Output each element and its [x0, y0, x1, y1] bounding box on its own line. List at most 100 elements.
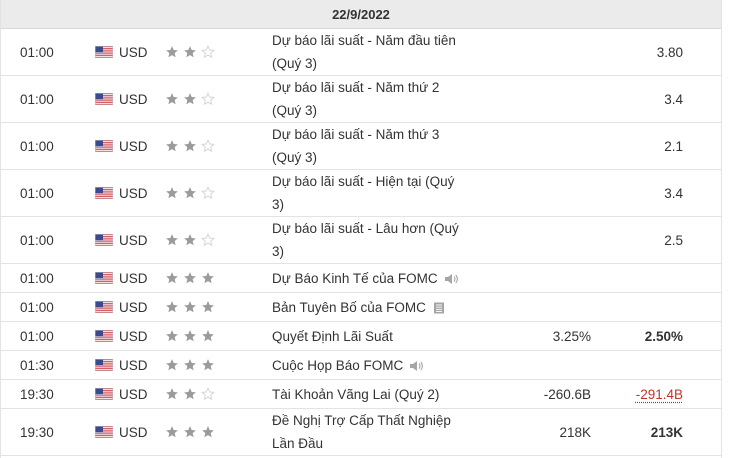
event-name-line2[interactable]: (Quý 3)	[272, 56, 317, 71]
table-row[interactable]: 01:00 USD Dự báo lãi suất - Năm đầu tiên (Q…	[1, 29, 721, 76]
importance-stars	[165, 76, 225, 122]
event-name-line1[interactable]: Quyết Định Lãi Suất	[272, 329, 393, 344]
event-name-line2[interactable]: (Quý 3)	[272, 150, 317, 165]
importance-stars	[165, 264, 225, 292]
table-row[interactable]: 01:00 USD Dự Báo Kinh Tế của FOMC	[1, 264, 721, 293]
forecast-value	[591, 351, 683, 379]
currency-flag	[95, 170, 113, 216]
event-name-line1[interactable]: Dự Báo Kinh Tế của FOMC	[272, 271, 438, 286]
actual-value: 3.25%	[552, 328, 591, 344]
event-name-line1[interactable]: Dự báo lãi suất - Năm thứ 3	[272, 127, 439, 142]
currency-flag	[95, 123, 113, 169]
event-name[interactable]: Dự báo lãi suất - Năm thứ 3 (Quý 3)	[272, 123, 472, 169]
event-name-line1[interactable]: Dự báo lãi suất - Lâu hơn (Quý	[272, 221, 459, 236]
star-filled-icon	[184, 93, 196, 105]
event-name-line1[interactable]: Dự báo lãi suất - Năm thứ 2	[272, 80, 439, 95]
event-time: 01:30	[20, 357, 54, 373]
forecast-value	[591, 264, 683, 292]
event-time: 01:00	[20, 91, 54, 107]
event-time: 01:00	[20, 328, 54, 344]
event-name-line1[interactable]: Tài Khoản Vãng Lai (Quý 2)	[272, 387, 439, 402]
us-flag-icon	[95, 234, 113, 246]
star-empty-icon	[201, 139, 215, 153]
us-flag-icon	[95, 330, 113, 342]
star-filled-icon	[166, 426, 178, 438]
importance-stars	[165, 217, 225, 263]
table-row[interactable]: 19:30 USD Tài Khoản Vãng Lai (Quý 2) -260.6…	[1, 380, 721, 409]
star-filled-icon	[184, 272, 196, 284]
actual-value: 218K	[559, 424, 591, 440]
table-row[interactable]: 01:00 USD Dự báo lãi suất - Năm thứ 3 (Quý …	[1, 123, 721, 170]
actual-value	[471, 170, 591, 216]
event-time: 01:00	[20, 44, 54, 60]
star-filled-icon	[184, 388, 196, 400]
table-row[interactable]: 01:00 USD Dự báo lãi suất - Lâu hơn (Quý 3)…	[1, 217, 721, 264]
us-flag-icon	[95, 272, 113, 284]
event-name[interactable]: Quyết Định Lãi Suất	[272, 322, 472, 350]
star-filled-icon	[166, 359, 178, 371]
actual-value	[471, 217, 591, 263]
event-name[interactable]: Tài Khoản Vãng Lai (Quý 2)	[272, 380, 472, 408]
forecast-value: 3.80	[656, 44, 683, 60]
event-name-line2[interactable]: Lần Đầu	[272, 436, 323, 451]
event-name[interactable]: Dự báo lãi suất - Năm thứ 2 (Quý 3)	[272, 76, 472, 122]
actual-value	[471, 123, 591, 169]
us-flag-icon	[95, 187, 113, 199]
event-name-line2[interactable]: (Quý 3)	[272, 103, 317, 118]
importance-stars	[165, 380, 225, 408]
currency-code: USD	[119, 386, 148, 402]
event-name-line1[interactable]: Dự báo lãi suất - Năm đầu tiên	[272, 33, 456, 48]
currency-flag	[95, 322, 113, 350]
star-filled-icon	[202, 330, 214, 342]
date-header-text: 22/9/2022	[332, 6, 390, 22]
event-name-line1[interactable]: Đề Nghị Trợ Cấp Thất Nghiệp	[272, 413, 451, 428]
currency-flag	[95, 29, 113, 75]
event-name-line1[interactable]: Cuộc Họp Báo FOMC	[272, 358, 403, 373]
event-time: 19:30	[20, 386, 54, 402]
star-filled-icon	[166, 234, 178, 246]
table-row[interactable]: 19:30 USD Đề Nghị Trợ Cấp Thất Nghiệp Lần Đ…	[1, 409, 721, 456]
event-name-line2[interactable]: 3)	[272, 197, 284, 212]
event-time: 19:30	[20, 424, 54, 440]
actual-value	[471, 29, 591, 75]
star-filled-icon	[166, 187, 178, 199]
economic-calendar: 22/9/2022 01:00 USD Dự báo lãi suất - Năm …	[0, 0, 722, 458]
star-empty-icon	[201, 186, 215, 200]
star-filled-icon	[202, 426, 214, 438]
star-filled-icon	[166, 272, 178, 284]
us-flag-icon	[95, 301, 113, 313]
star-empty-icon	[201, 45, 215, 59]
table-row[interactable]: 01:00 USD Quyết Định Lãi Suất 3.25% 2.50%	[1, 322, 721, 351]
star-filled-icon	[202, 272, 214, 284]
currency-code: USD	[119, 185, 148, 201]
event-name[interactable]: Dự báo lãi suất - Năm đầu tiên (Quý 3)	[272, 29, 472, 75]
importance-stars	[165, 409, 225, 455]
forecast-value: 2.5	[664, 232, 683, 248]
table-row[interactable]: 01:00 USD Dự báo lãi suất - Năm thứ 2 (Quý …	[1, 76, 721, 123]
event-name-line1[interactable]: Bản Tuyên Bố của FOMC	[272, 300, 426, 315]
event-name[interactable]: Cuộc Họp Báo FOMC	[272, 351, 472, 379]
currency-code: USD	[119, 91, 148, 107]
currency-flag	[95, 351, 113, 379]
actual-value	[471, 76, 591, 122]
speaker-icon[interactable]	[444, 273, 458, 285]
table-row[interactable]: 01:00 USD Bản Tuyên Bố của FOMC	[1, 293, 721, 322]
star-filled-icon	[166, 46, 178, 58]
star-empty-icon	[201, 387, 215, 401]
event-time: 01:00	[20, 299, 54, 315]
event-name[interactable]: Dự Báo Kinh Tế của FOMC	[272, 264, 472, 292]
actual-value	[471, 293, 591, 321]
document-icon[interactable]	[432, 302, 446, 314]
event-name[interactable]: Bản Tuyên Bố của FOMC	[272, 293, 472, 321]
currency-code: USD	[119, 270, 148, 286]
event-name[interactable]: Đề Nghị Trợ Cấp Thất Nghiệp Lần Đầu	[272, 409, 472, 455]
table-row[interactable]: 01:30 USD Cuộc Họp Báo FOMC	[1, 351, 721, 380]
speaker-icon[interactable]	[409, 360, 424, 372]
event-name[interactable]: Dự báo lãi suất - Hiện tại (Quý 3)	[272, 170, 472, 216]
table-row[interactable]: 01:00 USD Dự báo lãi suất - Hiện tại (Quý 3…	[1, 170, 721, 217]
event-name[interactable]: Dự báo lãi suất - Lâu hơn (Quý 3)	[272, 217, 472, 263]
currency-flag	[95, 217, 113, 263]
currency-flag	[95, 409, 113, 455]
event-name-line2[interactable]: 3)	[272, 244, 284, 259]
event-name-line1[interactable]: Dự báo lãi suất - Hiện tại (Quý	[272, 174, 454, 189]
